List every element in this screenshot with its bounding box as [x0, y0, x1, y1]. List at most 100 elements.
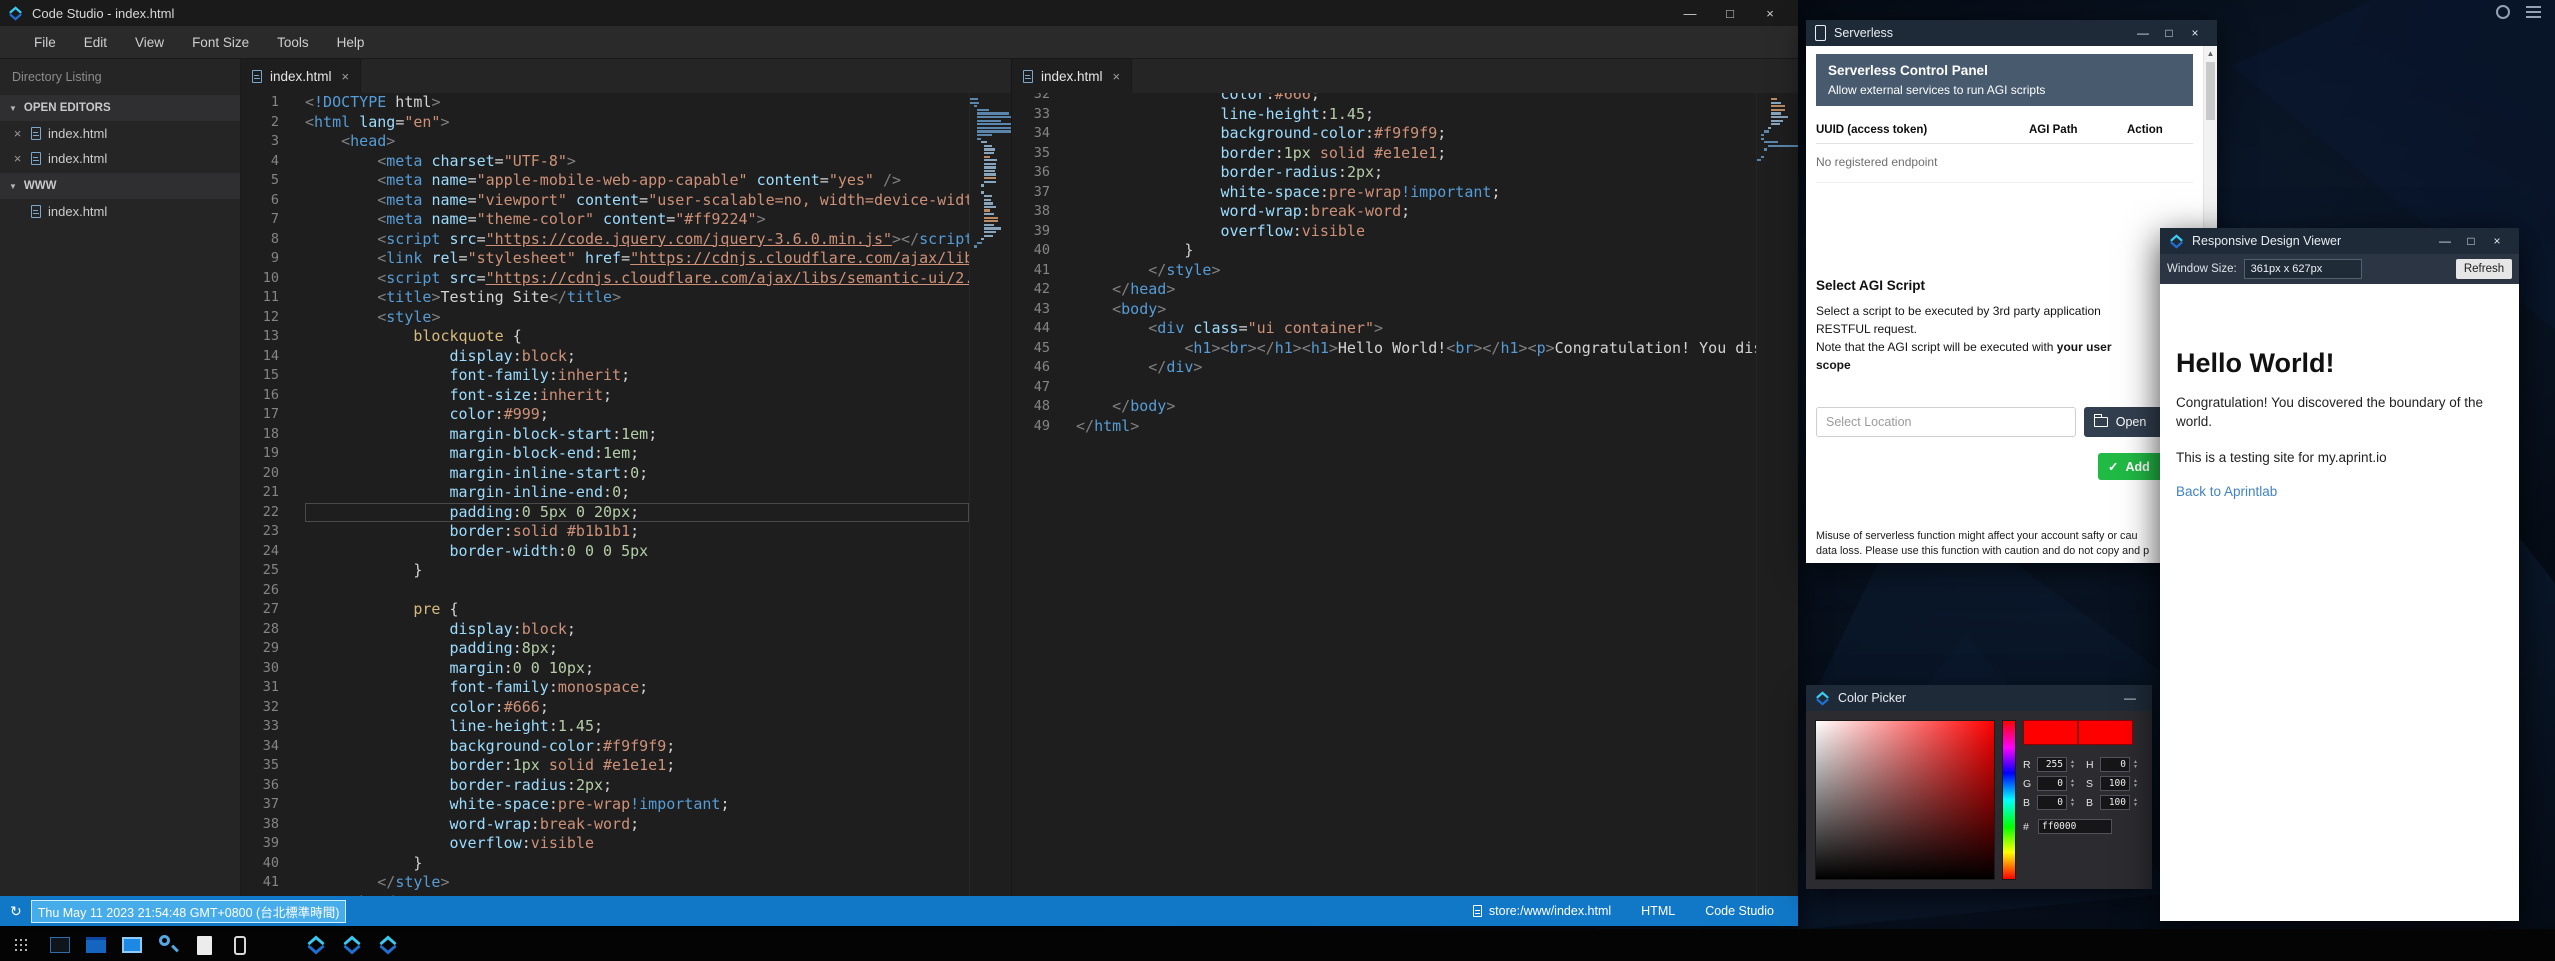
sidebar-section-www[interactable]: ▼WWW [0, 173, 240, 199]
code-studio-app-icon[interactable] [304, 933, 328, 957]
channel-label-R: R [2023, 759, 2034, 771]
close-file-icon[interactable]: × [11, 126, 24, 141]
tab-close-icon[interactable]: × [1113, 69, 1121, 84]
minimize-button[interactable]: — [2117, 691, 2143, 705]
tab-index.html[interactable]: index.html× [1012, 59, 1132, 93]
serverless-app-icon[interactable] [228, 933, 252, 957]
code-line: margin-inline-end:0; [305, 483, 969, 503]
minimap[interactable] [969, 93, 1011, 896]
channel-input-G[interactable]: 0 [2037, 776, 2067, 791]
stepper-icon[interactable]: ▲▼ [2070, 760, 2077, 769]
stepper-icon[interactable]: ▲▼ [2070, 798, 2077, 807]
hue-slider[interactable] [2002, 720, 2016, 880]
menu-view[interactable]: View [121, 26, 178, 58]
input-placeholder: Select Location [1826, 415, 1911, 429]
code-line: margin-block-end:1em; [305, 444, 969, 464]
maximize-button[interactable]: □ [2156, 26, 2182, 40]
file-icon [31, 127, 41, 140]
channel-input-H[interactable]: 0 [2100, 757, 2130, 772]
viewer-toolbar: Window Size: 361px x 627px Refresh [2160, 254, 2519, 284]
code-studio-app-icon-2[interactable] [340, 933, 364, 957]
channel-input-R[interactable]: 255 [2037, 757, 2067, 772]
back-to-aprintlab-link[interactable]: Back to Aprintlab [2176, 484, 2503, 499]
code-studio-app-icon-3[interactable] [376, 933, 400, 957]
code-line: <html lang="en"> [305, 113, 969, 133]
code-studio-logo-icon [1815, 691, 1830, 706]
minimize-button[interactable]: — [2432, 234, 2458, 248]
ide-titlebar[interactable]: Code Studio - index.html — □ × [0, 0, 1798, 26]
sidebar-item-index.html[interactable]: ×index.html [0, 121, 240, 146]
menu-help[interactable]: Help [323, 26, 379, 58]
browser-app-icon[interactable] [120, 933, 144, 957]
close-file-icon[interactable]: × [11, 151, 24, 166]
file-icon [1023, 70, 1033, 83]
serverless-titlebar[interactable]: Serverless — □ × [1806, 20, 2217, 46]
sidebar-item-index.html[interactable]: index.html [0, 199, 240, 224]
menu-tools[interactable]: Tools [263, 26, 323, 58]
color-picker-titlebar[interactable]: Color Picker — [1806, 685, 2152, 711]
menu-edit[interactable]: Edit [70, 26, 121, 58]
code-line: <meta name="theme-color" content="#ff922… [305, 210, 969, 230]
minimize-button[interactable]: — [2130, 26, 2156, 40]
code-editor[interactable]: color:#666; line-height:1.45; background… [1062, 93, 1756, 896]
stepper-icon[interactable]: ▲▼ [2133, 798, 2140, 807]
code-line: <meta charset="UTF-8"> [305, 152, 969, 172]
code-line: <script src="https://code.jquery.com/jqu… [305, 230, 969, 250]
sidebar-heading: Directory Listing [0, 59, 240, 93]
refresh-button[interactable]: Refresh [2456, 259, 2512, 279]
menu-icon[interactable] [2526, 6, 2541, 18]
close-button[interactable]: × [2182, 26, 2208, 40]
viewer-titlebar[interactable]: Responsive Design Viewer — □ × [2160, 228, 2519, 254]
code-line: </body> [1076, 397, 1756, 417]
saturation-value-area[interactable] [1815, 720, 1995, 880]
files-app-icon[interactable] [84, 933, 108, 957]
close-button[interactable]: × [2484, 234, 2510, 248]
channel-label-H: H [2086, 759, 2097, 771]
minimize-button[interactable]: — [1670, 6, 1710, 21]
stepper-icon[interactable]: ▲▼ [2133, 779, 2140, 788]
hex-input[interactable]: ff0000 [2038, 819, 2112, 834]
channel-input-S[interactable]: 100 [2100, 776, 2130, 791]
close-button[interactable]: × [1750, 6, 1790, 21]
scrollbar-thumb[interactable] [2206, 62, 2215, 120]
script-location-input[interactable]: Select Location [1816, 407, 2076, 437]
channel-input-B[interactable]: 100 [2100, 795, 2130, 810]
code-line: border-radius:2px; [305, 776, 969, 796]
terminal-app-icon[interactable] [48, 933, 72, 957]
window-size-input[interactable]: 361px x 627px [2244, 259, 2362, 279]
code-line: line-height:1.45; [305, 717, 969, 737]
stepper-icon[interactable]: ▲▼ [2070, 779, 2077, 788]
channel-input-B[interactable]: 0 [2037, 795, 2067, 810]
code-line: <title>Testing Site</title> [305, 288, 969, 308]
text-editor-app-icon[interactable] [192, 933, 216, 957]
stepper-icon[interactable]: ▲▼ [2133, 760, 2140, 769]
code-line: font-size:inherit; [305, 386, 969, 406]
sidebar-section-open-editors[interactable]: ▼OPEN EDITORS [0, 95, 240, 121]
code-line: border-width:0 0 0 5px [305, 542, 969, 562]
check-icon: ✓ [2108, 459, 2118, 474]
maximize-button[interactable]: □ [1710, 6, 1750, 21]
sidebar-item-index.html[interactable]: ×index.html [0, 146, 240, 171]
status-language[interactable]: HTML [1641, 904, 1675, 918]
start-button[interactable] [4, 929, 38, 961]
column-header-uuid-access-token: UUID (access token) [1816, 124, 2029, 136]
serverless-header-title: Serverless Control Panel [1828, 63, 2181, 78]
tab-index.html[interactable]: index.html× [241, 59, 361, 93]
code-editor[interactable]: <!DOCTYPE html><html lang="en"> <head> <… [291, 93, 969, 896]
sync-icon[interactable]: ↻ [10, 903, 22, 920]
maximize-button[interactable]: □ [2458, 234, 2484, 248]
scroll-up-icon[interactable]: ▲ [2204, 46, 2217, 61]
color-picker-title: Color Picker [1838, 691, 1906, 705]
code-line: font-family:monospace; [305, 678, 969, 698]
serverless-header: Serverless Control Panel Allow external … [1816, 54, 2193, 106]
menu-file[interactable]: File [20, 26, 70, 58]
minimap[interactable] [1756, 93, 1798, 896]
tab-close-icon[interactable]: × [342, 69, 350, 84]
description-line: Select a script to be executed by 3rd pa… [1816, 302, 2193, 320]
search-app-icon[interactable] [156, 933, 180, 957]
warning-line: data loss. Please use this function with… [1816, 544, 2193, 559]
desktop-top-right-icons [2496, 5, 2541, 19]
menu-font-size[interactable]: Font Size [178, 26, 263, 58]
code-line: word-wrap:break-word; [305, 815, 969, 835]
refresh-icon[interactable] [2496, 5, 2510, 19]
